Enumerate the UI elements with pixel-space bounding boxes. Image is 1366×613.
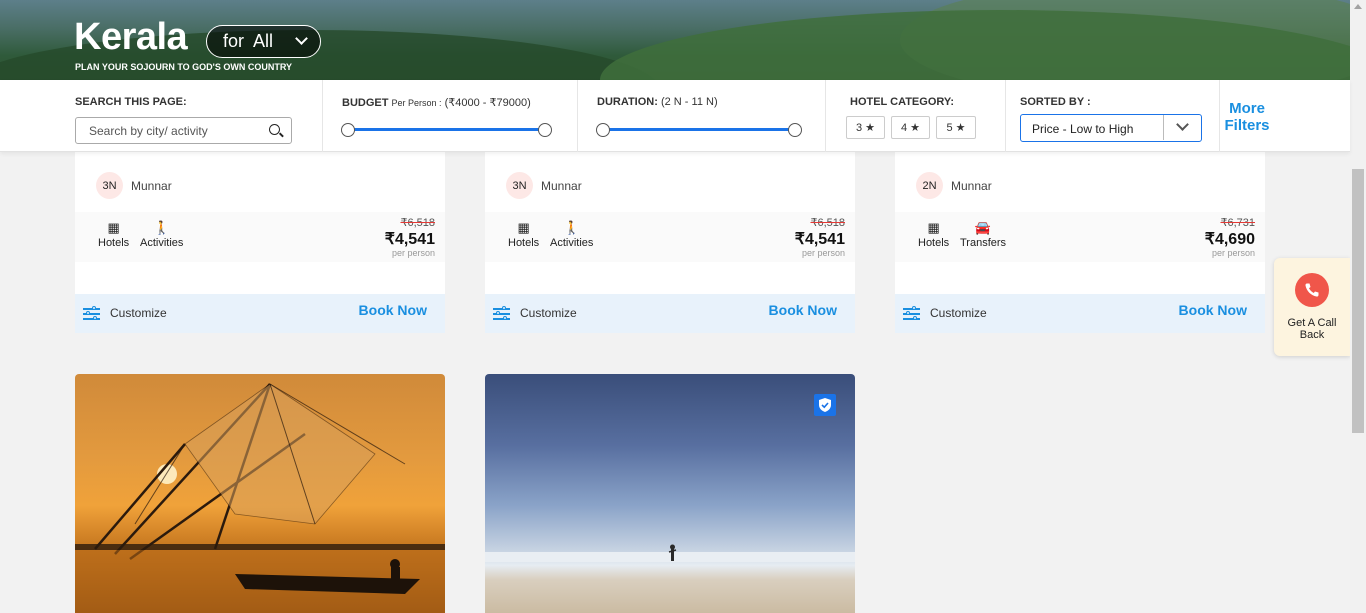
original-price: ₹6,518 (810, 217, 845, 229)
search-input[interactable] (76, 118, 251, 143)
sort-dropdown[interactable]: Price - Low to High (1020, 114, 1202, 142)
original-price: ₹6,518 (400, 217, 435, 229)
discounted-price: ₹4,541 (384, 231, 435, 248)
scroll-up-arrow-icon[interactable] (1354, 4, 1362, 9)
inclusions-row: ▦ Hotels 🚶 Activities ₹6,518 ₹4,541 per … (75, 212, 445, 262)
hotel-category-section: HOTEL CATEGORY: 3 ★ 4 ★ 5 ★ (826, 80, 1006, 152)
verified-shield-icon (814, 394, 836, 416)
duration-section: DURATION: (2 N - 11 N) (578, 80, 826, 152)
book-now-button[interactable]: Book Now (769, 302, 837, 318)
package-image-beach[interactable] (485, 374, 855, 613)
hero-banner: Kerala PLAN YOUR SOJOURN TO GOD'S OWN CO… (0, 0, 1350, 80)
card-destination: 3N Munnar (506, 172, 582, 199)
hotel-category-4-star[interactable]: 4 ★ (891, 116, 930, 139)
budget-section: BUDGET Per Person : (₹4000 - ₹79000) (323, 80, 578, 152)
sort-value: Price - Low to High (1032, 122, 1134, 136)
per-person-label: per person (1211, 248, 1255, 258)
destination-name: Munnar (951, 178, 992, 193)
hotel-icon: ▦ (517, 220, 530, 235)
budget-max-handle[interactable] (538, 123, 552, 137)
card-actions: Customize Book Now (75, 294, 445, 333)
hotel-icon: ▦ (927, 220, 940, 235)
audience-label: for (223, 31, 245, 51)
per-person-label: per person (391, 248, 435, 258)
sliders-icon (83, 306, 100, 320)
destination-name: Munnar (131, 178, 172, 193)
chevron-down-icon (1176, 118, 1189, 131)
package-card[interactable]: 2N Munnar ▦ Hotels 🚘 Transfers ₹6,731 ₹4… (895, 152, 1265, 333)
car-icon: 🚘 (974, 220, 992, 235)
get-call-back-button[interactable]: Get A Call Back (1274, 258, 1350, 356)
budget-slider[interactable] (341, 123, 552, 137)
inclusion-hotels: ▦ Hotels (918, 220, 950, 249)
beach-illustration (485, 544, 855, 562)
card-destination: 3N Munnar (96, 172, 172, 199)
duration-max-handle[interactable] (788, 123, 802, 137)
inclusion-activities: 🚶 Activities (550, 220, 594, 249)
nights-badge: 2N (916, 172, 943, 199)
sort-label: SORTED BY : (1020, 96, 1091, 108)
customize-button[interactable]: Customize (83, 306, 167, 320)
search-label: SEARCH THIS PAGE: (75, 96, 187, 108)
per-person-label: per person (801, 248, 845, 258)
budget-label: BUDGET Per Person : (₹4000 - ₹79000) (342, 97, 531, 109)
card-actions: Customize Book Now (485, 294, 855, 333)
sliders-icon (493, 306, 510, 320)
card-actions: Customize Book Now (895, 294, 1265, 333)
budget-min-handle[interactable] (341, 123, 355, 137)
customize-button[interactable]: Customize (493, 306, 577, 320)
nights-badge: 3N (96, 172, 123, 199)
page-subtitle: PLAN YOUR SOJOURN TO GOD'S OWN COUNTRY (75, 62, 292, 72)
hotel-icon: ▦ (107, 220, 120, 235)
chevron-down-icon (295, 32, 308, 45)
customize-button[interactable]: Customize (903, 306, 987, 320)
inclusion-hotels: ▦ Hotels (508, 220, 540, 249)
hiker-icon: 🚶 (563, 220, 580, 235)
book-now-button[interactable]: Book Now (1179, 302, 1247, 318)
inclusion-activities: 🚶 Activities (140, 220, 184, 249)
search-field[interactable] (75, 117, 292, 144)
more-filters-button[interactable]: More Filters (1222, 100, 1272, 134)
card-destination: 2N Munnar (916, 172, 992, 199)
hotel-category-3-star[interactable]: 3 ★ (846, 116, 885, 139)
duration-label: DURATION: (2 N - 11 N) (597, 96, 718, 108)
scrollbar-thumb[interactable] (1352, 169, 1364, 433)
fishing-nets-illustration (75, 383, 445, 613)
duration-slider[interactable] (596, 123, 802, 137)
audience-value: All (253, 31, 274, 51)
filter-bar: SEARCH THIS PAGE: BUDGET Per Person : (₹… (0, 80, 1350, 152)
call-back-label: Get A Call Back (1287, 317, 1337, 341)
page-title: Kerala (74, 16, 188, 58)
duration-min-handle[interactable] (596, 123, 610, 137)
hiker-icon: 🚶 (153, 220, 170, 235)
hotel-category-label: HOTEL CATEGORY: (850, 96, 955, 108)
original-price: ₹6,731 (1220, 217, 1255, 229)
hotel-category-5-star[interactable]: 5 ★ (936, 116, 976, 139)
package-card[interactable]: 3N Munnar ▦ Hotels 🚶 Activities ₹6,518 ₹… (75, 152, 445, 333)
package-image-chinese-fishing-nets[interactable] (75, 374, 445, 613)
discounted-price: ₹4,541 (794, 231, 845, 248)
inclusions-row: ▦ Hotels 🚶 Activities ₹6,518 ₹4,541 per … (485, 212, 855, 262)
discounted-price: ₹4,690 (1204, 231, 1255, 248)
page-scrollbar[interactable] (1350, 0, 1366, 613)
search-icon[interactable] (269, 124, 280, 135)
destination-name: Munnar (541, 178, 582, 193)
inclusion-transfers: 🚘 Transfers (960, 220, 1007, 249)
phone-icon (1295, 273, 1329, 307)
inclusion-hotels: ▦ Hotels (98, 220, 130, 249)
audience-dropdown[interactable]: for All (206, 25, 321, 58)
package-card[interactable]: 3N Munnar ▦ Hotels 🚶 Activities ₹6,518 ₹… (485, 152, 855, 333)
book-now-button[interactable]: Book Now (359, 302, 427, 318)
inclusions-row: ▦ Hotels 🚘 Transfers ₹6,731 ₹4,690 per p… (895, 212, 1265, 262)
nights-badge: 3N (506, 172, 533, 199)
sliders-icon (903, 306, 920, 320)
